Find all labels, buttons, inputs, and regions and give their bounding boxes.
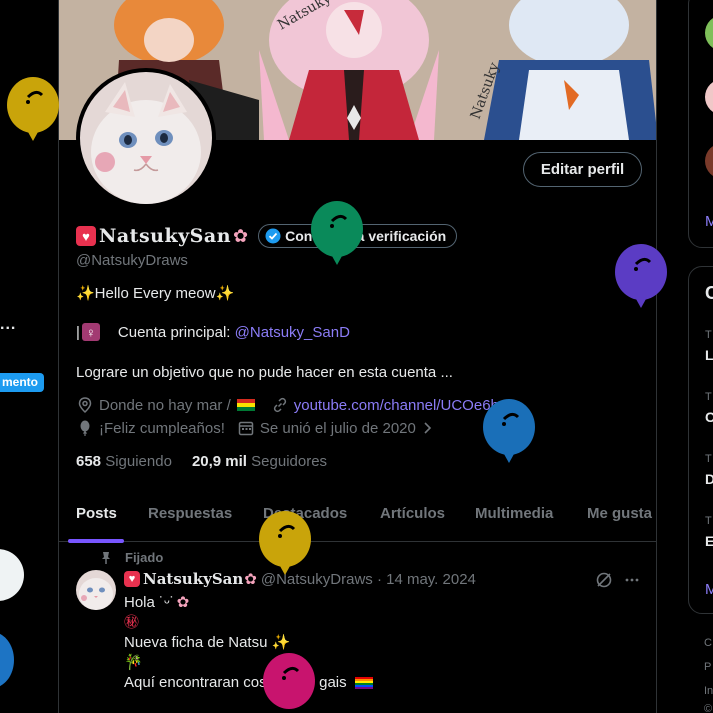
pinned-indicator: Fijado xyxy=(99,550,163,565)
bio-line-2-prefix: Cuenta principal: xyxy=(117,323,235,341)
flower-emoji-icon: ✿ xyxy=(233,225,249,246)
calendar-icon xyxy=(238,421,254,436)
trends-title: C xyxy=(705,283,713,303)
trend-2[interactable]: C xyxy=(705,409,713,425)
profile-meta-row-2: ¡Feliz cumpleaños! Se unió el julio de 2… xyxy=(76,419,441,437)
edit-profile-button[interactable]: Editar perfil xyxy=(523,152,642,187)
post-line-2: ㊙ xyxy=(124,614,140,631)
post-author-name[interactable]: NatsukySan xyxy=(143,570,243,588)
bio-line-1: ✨Hello Every meow✨ xyxy=(76,285,235,302)
footer-link-3[interactable]: In xyxy=(704,685,713,697)
balloon-icon xyxy=(80,420,90,436)
post-author-avatar[interactable] xyxy=(76,570,116,610)
footer-link-1[interactable]: C xyxy=(704,637,712,649)
trend-meta-1: T xyxy=(705,329,712,341)
who-to-follow-card: M xyxy=(688,0,713,248)
trend-meta-4: T xyxy=(705,515,712,527)
followers-stat[interactable]: 20,9 mil Seguidores xyxy=(192,453,327,470)
verified-badge-icon xyxy=(265,228,281,244)
balloon-purple xyxy=(615,244,667,308)
bolivia-flag-icon xyxy=(236,399,255,411)
balloon-yellow-1 xyxy=(7,77,59,141)
balloon-green xyxy=(311,201,363,265)
suggested-avatar-2[interactable] xyxy=(705,79,713,115)
suggested-avatar-1[interactable] xyxy=(705,15,713,51)
show-more-trends-link[interactable]: M xyxy=(705,581,713,598)
following-count: 658 xyxy=(76,453,102,470)
tab-posts[interactable]: Posts xyxy=(76,505,117,522)
profile-tabs: Posts Respuestas Destacados Artículos Mu… xyxy=(59,488,656,543)
post-line-3: Nueva ficha de Natsu ✨ xyxy=(124,634,291,651)
location-icon xyxy=(78,397,92,414)
birthday-text: ¡Feliz cumpleaños! xyxy=(99,419,225,437)
post-line-5: Aquí encontraran cosas muy gais xyxy=(124,673,373,693)
main-account-link[interactable]: @Natsuky_SanD xyxy=(235,324,350,341)
heart-emoji-icon: ♥ xyxy=(124,571,140,587)
following-stat[interactable]: 658 Siguiendo xyxy=(76,453,172,470)
display-name: NatsukySan xyxy=(99,225,232,247)
active-tab-indicator xyxy=(68,539,124,543)
bio-line-2: | ♀ Cuenta principal: @Natsuky_SanD xyxy=(76,323,350,341)
pin-icon xyxy=(102,551,110,564)
tab-likes[interactable]: Me gusta xyxy=(587,505,652,522)
rainbow-flag-icon xyxy=(354,677,373,690)
balloon-yellow-2 xyxy=(259,511,311,575)
balloon-blue xyxy=(483,399,535,463)
footer-link-2[interactable]: P xyxy=(704,661,711,673)
more-options-icon[interactable] xyxy=(623,571,641,589)
account-switcher-avatar[interactable] xyxy=(0,632,14,688)
profile-column: Natsuky Natsuky Editar perfil ♥ NatsukyS… xyxy=(58,0,657,713)
location-text: Donde no hay mar / xyxy=(99,396,231,414)
trend-4[interactable]: E xyxy=(705,533,713,549)
suggested-avatar-3[interactable] xyxy=(705,143,713,179)
heart-emoji-icon: ♥ xyxy=(76,226,96,246)
trend-3[interactable]: D xyxy=(705,471,713,487)
tab-articles[interactable]: Artículos xyxy=(380,505,445,522)
post-body: Hola ˙ᵕ˙ ✿ ㊙ Nueva ficha de Natsu ✨ 🎋 Aqu… xyxy=(124,593,373,693)
bio-line-3: Lograre un objetivo que no pude hacer en… xyxy=(76,364,453,381)
trends-card: C T L T C T D T E M xyxy=(688,266,713,614)
post-line-4: 🎋 xyxy=(124,654,143,671)
account-avatar[interactable] xyxy=(0,549,24,601)
tab-media[interactable]: Multimedia xyxy=(475,505,553,522)
bar-glyph: | xyxy=(76,323,80,341)
profile-meta-row-1: Donde no hay mar / youtube.com/channel/U… xyxy=(76,396,511,414)
trend-1[interactable]: L xyxy=(705,347,713,363)
more-menu-dots[interactable]: ... xyxy=(0,316,16,334)
post-button-fragment[interactable]: mento xyxy=(0,373,44,392)
followers-label: Seguidores xyxy=(251,453,328,470)
footer-link-4[interactable]: © xyxy=(704,703,712,713)
chevron-right-icon[interactable] xyxy=(418,419,436,437)
profile-name-row: ♥ NatsukySan ✿ Consigue la verificación xyxy=(76,224,458,248)
tab-replies[interactable]: Respuestas xyxy=(148,505,232,522)
post-line-1: Hola ˙ᵕ˙ ✿ xyxy=(124,594,190,611)
pinned-label: Fijado xyxy=(125,550,164,565)
trend-meta-3: T xyxy=(705,453,712,465)
follow-stats: 658 Siguiendo 20,9 mil Seguidores xyxy=(76,453,327,470)
show-more-link[interactable]: M xyxy=(705,213,713,230)
trend-meta-2: T xyxy=(705,391,712,403)
following-label: Siguiendo xyxy=(105,453,172,470)
post-actions xyxy=(595,571,641,589)
profile-avatar-frame[interactable] xyxy=(76,68,216,208)
grok-icon[interactable] xyxy=(595,571,613,589)
profile-handle: @NatsukyDraws xyxy=(76,252,188,269)
joined-text: Se unió el julio de 2020 xyxy=(259,419,416,437)
female-sign-icon: ♀ xyxy=(81,323,100,341)
followers-count: 20,9 mil xyxy=(191,453,247,470)
website-link[interactable]: youtube.com/channel/UCOe6h... xyxy=(294,397,512,414)
profile-avatar xyxy=(80,72,212,204)
flower-emoji-icon: ✿ xyxy=(244,571,257,588)
right-sidebar: M C T L T C T D T E M C P In © xyxy=(688,0,713,713)
link-icon xyxy=(273,397,286,413)
balloon-magenta xyxy=(263,653,315,709)
